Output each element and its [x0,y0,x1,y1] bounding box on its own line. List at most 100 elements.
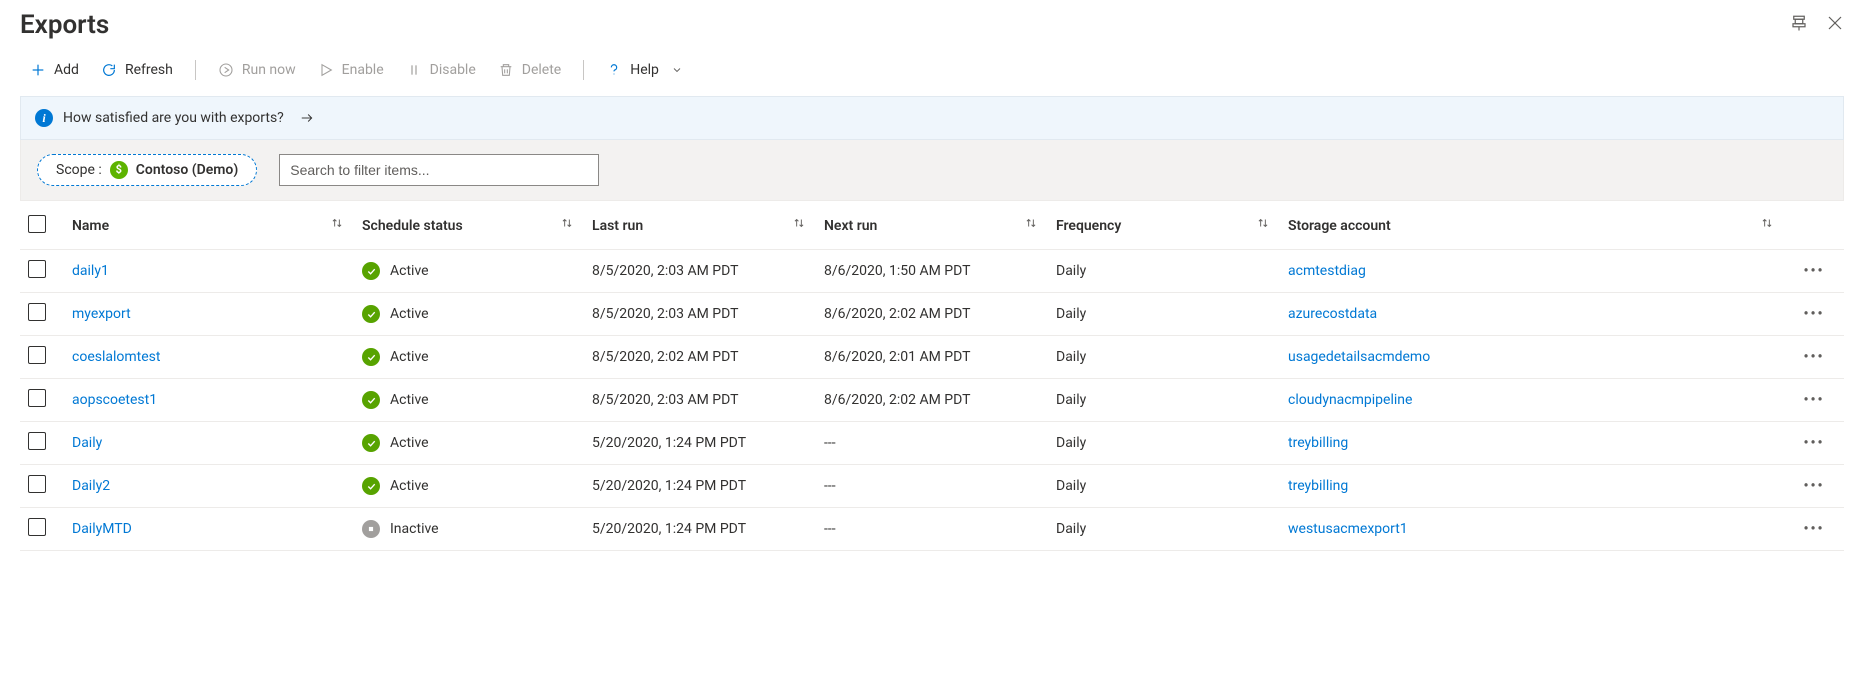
next-run-cell: 8/6/2020, 1:50 AM PDT [816,250,1048,293]
table-row: myexport Active 8/5/2020, 2:03 AM PDT8/6/2… [20,293,1844,336]
refresh-button[interactable]: Refresh [91,58,183,82]
last-run-cell: 5/20/2020, 1:24 PM PDT [584,465,816,508]
sort-icon [560,216,574,234]
storage-account-link[interactable]: cloudynacmpipeline [1288,392,1412,408]
status-active-icon [362,434,380,452]
banner-text: How satisfied are you with exports? [63,110,284,126]
col-storage[interactable]: Storage account [1280,201,1784,250]
col-status[interactable]: Schedule status [354,201,584,250]
delete-label: Delete [522,62,561,78]
table-row: coeslalomtest Active 8/5/2020, 2:02 AM PDT… [20,336,1844,379]
status-text: Active [390,478,429,494]
col-lastrun-label: Last run [592,218,643,234]
close-icon[interactable] [1826,14,1844,36]
table-row: Daily2Active5/20/2020, 1:24 PM PDT---Dai… [20,465,1844,508]
select-all-checkbox[interactable] [28,215,46,233]
scope-label: Scope : [56,162,102,178]
last-run-cell: 5/20/2020, 1:24 PM PDT [584,422,816,465]
export-name-link[interactable]: aopscoetest1 [72,392,157,408]
sort-icon [330,216,344,234]
export-name-link[interactable]: daily1 [72,263,109,279]
frequency-cell: Daily [1048,422,1280,465]
export-name-link[interactable]: Daily [72,435,102,451]
col-status-label: Schedule status [362,218,463,234]
status-active-icon [362,305,380,323]
row-checkbox[interactable] [28,389,46,407]
scope-value: Contoso (Demo) [136,162,238,178]
col-nextrun[interactable]: Next run [816,201,1048,250]
row-checkbox[interactable] [28,475,46,493]
feedback-banner[interactable]: i How satisfied are you with exports? [20,96,1844,140]
row-checkbox[interactable] [28,346,46,364]
storage-account-link[interactable]: usagedetailsacmdemo [1288,349,1430,365]
col-name[interactable]: Name [64,201,354,250]
status-active-icon [362,348,380,366]
sort-icon [1760,216,1774,234]
last-run-cell: 8/5/2020, 2:02 AM PDT [584,336,816,379]
col-frequency[interactable]: Frequency [1048,201,1280,250]
frequency-cell: Daily [1048,250,1280,293]
more-actions-button[interactable]: ••• [1803,478,1824,494]
col-storage-label: Storage account [1288,218,1391,234]
table-row: daily1 Active 8/5/2020, 2:03 AM PDT8/6/202… [20,250,1844,293]
export-name-link[interactable]: Daily2 [72,478,110,494]
separator [583,60,584,80]
table-row: DailyMTDInactive5/20/2020, 1:24 PM PDT--… [20,508,1844,551]
delete-button: Delete [488,58,571,82]
search-input[interactable] [279,154,599,186]
sort-icon [1024,216,1038,234]
storage-account-link[interactable]: westusacmexport1 [1288,521,1408,537]
help-button[interactable]: Help [596,58,693,82]
last-run-cell: 8/5/2020, 2:03 AM PDT [584,250,816,293]
more-actions-button[interactable]: ••• [1803,306,1824,322]
disable-button: Disable [396,58,486,82]
status-text: Active [390,306,429,322]
frequency-cell: Daily [1048,508,1280,551]
export-name-link[interactable]: coeslalomtest [72,349,160,365]
storage-account-link[interactable]: treybilling [1288,435,1348,451]
export-name-link[interactable]: myexport [72,306,131,322]
pin-icon[interactable] [1790,14,1808,36]
exports-table: Name Schedule status Last run Next run F… [20,201,1844,551]
more-actions-button[interactable]: ••• [1803,349,1824,365]
col-name-label: Name [72,218,109,234]
more-actions-button[interactable]: ••• [1803,435,1824,451]
page-title: Exports [20,10,109,40]
info-icon: i [35,109,53,127]
storage-account-link[interactable]: acmtestdiag [1288,263,1366,279]
help-label: Help [630,62,659,78]
enable-label: Enable [342,62,384,78]
more-actions-button[interactable]: ••• [1803,263,1824,279]
sort-icon [1256,216,1270,234]
next-run-cell: 8/6/2020, 2:01 AM PDT [816,336,1048,379]
refresh-label: Refresh [125,62,173,78]
scope-icon [110,161,128,179]
storage-account-link[interactable]: treybilling [1288,478,1348,494]
last-run-cell: 8/5/2020, 2:03 AM PDT [584,293,816,336]
more-actions-button[interactable]: ••• [1803,521,1824,537]
enable-button: Enable [308,58,394,82]
frequency-cell: Daily [1048,293,1280,336]
filter-bar: Scope : Contoso (Demo) [20,140,1844,201]
row-checkbox[interactable] [28,303,46,321]
status-text: Active [390,435,429,451]
row-checkbox[interactable] [28,432,46,450]
frequency-cell: Daily [1048,379,1280,422]
frequency-cell: Daily [1048,336,1280,379]
export-name-link[interactable]: DailyMTD [72,521,132,537]
scope-pill[interactable]: Scope : Contoso (Demo) [37,154,257,186]
status-text: Active [390,349,429,365]
add-button[interactable]: Add [20,58,89,82]
next-run-cell: 8/6/2020, 2:02 AM PDT [816,293,1048,336]
row-checkbox[interactable] [28,260,46,278]
storage-account-link[interactable]: azurecostdata [1288,306,1377,322]
chevron-down-icon [671,64,683,76]
arrow-right-icon [298,111,316,125]
col-lastrun[interactable]: Last run [584,201,816,250]
col-nextrun-label: Next run [824,218,877,234]
row-checkbox[interactable] [28,518,46,536]
more-actions-button[interactable]: ••• [1803,392,1824,408]
status-text: Active [390,263,429,279]
next-run-cell: 8/6/2020, 2:02 AM PDT [816,379,1048,422]
status-active-icon [362,391,380,409]
